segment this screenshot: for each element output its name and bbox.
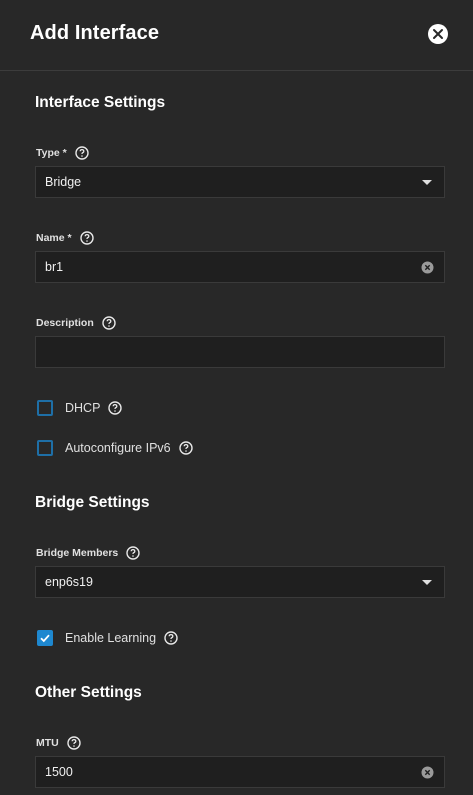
enable-learning-row: Enable Learning xyxy=(37,630,178,646)
description-label: Description xyxy=(36,316,116,330)
help-icon[interactable] xyxy=(102,316,116,330)
clear-icon[interactable] xyxy=(421,766,434,779)
type-select-value: Bridge xyxy=(45,175,82,189)
dialog-title: Add Interface xyxy=(30,22,160,44)
other-settings-heading: Other Settings xyxy=(35,684,142,701)
help-icon[interactable] xyxy=(126,546,140,560)
name-label: Name * xyxy=(36,231,94,245)
description-label-text: Description xyxy=(36,317,94,329)
name-input-value: br1 xyxy=(45,260,64,274)
help-icon[interactable] xyxy=(164,631,178,645)
mtu-input[interactable]: 1500 xyxy=(35,756,445,788)
chevron-down-icon xyxy=(422,180,432,185)
dialog-header: Add Interface xyxy=(0,0,473,71)
name-input[interactable]: br1 xyxy=(35,251,445,283)
help-icon[interactable] xyxy=(178,441,193,455)
clear-icon[interactable] xyxy=(421,261,434,274)
close-button[interactable] xyxy=(428,24,448,44)
autoconfigure-ipv6-label: Autoconfigure IPv6 xyxy=(65,441,171,455)
name-label-text: Name * xyxy=(36,232,72,244)
enable-learning-checkbox[interactable] xyxy=(37,630,53,646)
help-icon[interactable] xyxy=(75,146,89,160)
type-label-text: Type * xyxy=(36,147,67,159)
description-input[interactable] xyxy=(35,336,445,368)
mtu-label: MTU xyxy=(36,736,81,750)
dhcp-checkbox[interactable] xyxy=(37,400,53,416)
type-label: Type * xyxy=(36,146,89,160)
help-icon[interactable] xyxy=(67,736,81,750)
bridge-settings-heading: Bridge Settings xyxy=(35,494,150,511)
form-panel: Interface Settings Type * Bridge Name * … xyxy=(0,72,473,795)
chevron-down-icon xyxy=(422,580,432,585)
type-select[interactable]: Bridge xyxy=(35,166,445,198)
mtu-label-text: MTU xyxy=(36,737,59,749)
bridge-members-select[interactable]: enp6s19 xyxy=(35,566,445,598)
bridge-members-label-text: Bridge Members xyxy=(36,547,119,559)
dhcp-row: DHCP xyxy=(37,400,123,416)
close-icon xyxy=(433,29,443,39)
autoconfigure-ipv6-row: Autoconfigure IPv6 xyxy=(37,440,193,456)
enable-learning-label: Enable Learning xyxy=(65,631,157,645)
bridge-members-value: enp6s19 xyxy=(45,575,93,589)
check-icon xyxy=(40,634,50,643)
mtu-input-value: 1500 xyxy=(45,765,73,779)
autoconfigure-ipv6-checkbox[interactable] xyxy=(37,440,53,456)
interface-settings-heading: Interface Settings xyxy=(35,94,166,111)
help-icon[interactable] xyxy=(79,231,94,245)
bridge-members-label: Bridge Members xyxy=(36,546,140,560)
help-icon[interactable] xyxy=(108,401,123,415)
dhcp-label: DHCP xyxy=(65,401,101,415)
